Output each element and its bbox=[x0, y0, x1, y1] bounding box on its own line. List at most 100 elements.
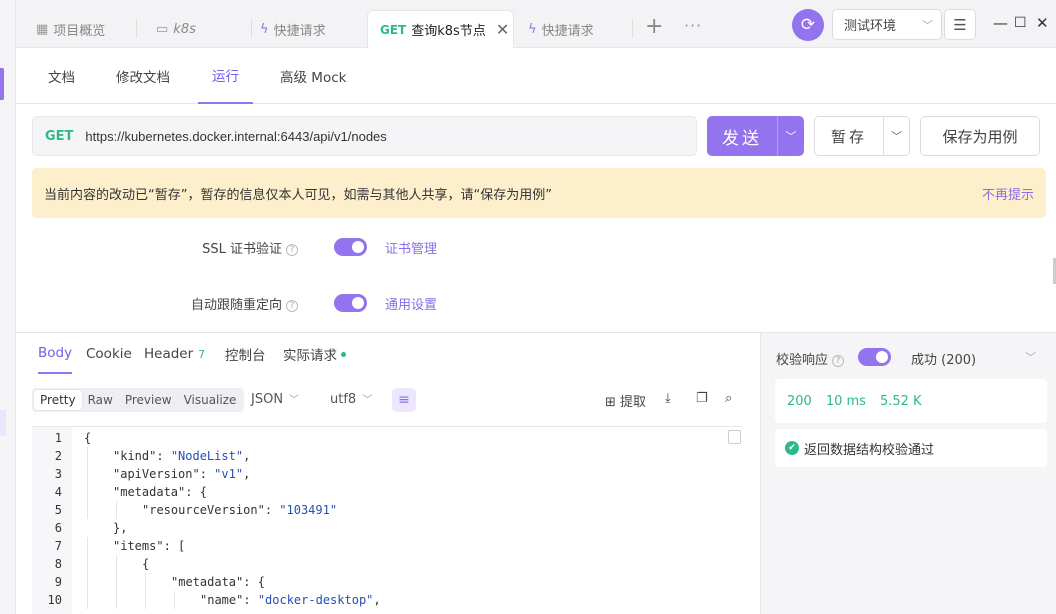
ssl-verify-toggle[interactable] bbox=[334, 238, 367, 256]
line-number: 3 bbox=[54, 467, 62, 481]
line-number: 7 bbox=[54, 539, 62, 553]
follow-redirect-toggle[interactable] bbox=[334, 294, 367, 312]
ssl-verify-label: SSL 证书验证? bbox=[98, 238, 298, 257]
validation-status-select[interactable]: 成功 (200) bbox=[911, 349, 976, 368]
code-text: "apiVersion": "v1", bbox=[113, 467, 251, 481]
extract-button[interactable]: ⊞ 提取 bbox=[605, 391, 646, 410]
resp-tab-console[interactable]: 控制台 bbox=[225, 334, 266, 374]
tab-quick-request-2[interactable]: ϟ 快捷请求 bbox=[516, 10, 606, 48]
chevron-down-icon: ﹀ bbox=[362, 395, 373, 406]
mode-pretty[interactable]: Pretty bbox=[34, 390, 82, 410]
header-count-badge: 7 bbox=[198, 347, 206, 361]
copy-icon[interactable]: ❐ bbox=[696, 391, 708, 406]
method-select[interactable]: GET bbox=[45, 129, 73, 144]
subtab-docs[interactable]: 文档 bbox=[48, 48, 75, 104]
close-icon[interactable]: ✕ bbox=[496, 20, 509, 39]
more-icon[interactable]: ··· bbox=[684, 16, 702, 35]
environment-select[interactable]: 测试环境 ﹀ bbox=[832, 9, 942, 40]
wrap-lines-button[interactable]: ≡ bbox=[392, 388, 416, 412]
code-line: 1{ bbox=[32, 429, 742, 447]
chevron-down-icon[interactable]: ﹀ bbox=[884, 128, 909, 144]
format-mode-segment: Pretty Raw Preview Visualize bbox=[32, 388, 245, 412]
resp-tab-body[interactable]: Body bbox=[38, 334, 73, 374]
hamburger-icon: ☰ bbox=[953, 15, 967, 34]
indent-guide bbox=[145, 591, 146, 609]
tab-separator bbox=[632, 20, 633, 38]
resp-tab-cookie[interactable]: Cookie bbox=[86, 334, 132, 374]
code-line: 5 "resourceVersion": "103491" bbox=[32, 501, 742, 519]
chevron-down-icon[interactable]: ﹀ bbox=[1025, 349, 1036, 365]
menu-button[interactable]: ☰ bbox=[944, 9, 976, 40]
response-code-editor[interactable]: 1{ 2 "kind": "NodeList", 3 "apiVersion": "v1… bbox=[32, 426, 742, 614]
code-text: "resourceVersion": "103491" bbox=[142, 503, 338, 517]
follow-redirect-label: 自动跟随重定向? bbox=[98, 294, 298, 313]
subtab-edit-docs[interactable]: 修改文档 bbox=[116, 48, 170, 104]
line-number: 2 bbox=[54, 449, 62, 463]
indent-guide bbox=[116, 501, 117, 519]
url-text[interactable]: https://kubernetes.docker.internal:6443/… bbox=[85, 129, 386, 144]
tab-quick-request-1[interactable]: ϟ 快捷请求 bbox=[248, 10, 338, 48]
sync-button[interactable]: ⟳ bbox=[792, 9, 824, 41]
code-line: 10 "name": "docker-desktop", bbox=[32, 591, 742, 609]
validate-response-label: 校验响应? bbox=[776, 349, 845, 368]
code-text: "items": [ bbox=[113, 539, 186, 553]
dismiss-link[interactable]: 不再提示 bbox=[982, 184, 1034, 203]
mode-preview[interactable]: Preview bbox=[119, 390, 178, 410]
mode-visualize[interactable]: Visualize bbox=[178, 390, 243, 410]
line-number: 9 bbox=[54, 575, 62, 589]
chevron-down-icon: ﹀ bbox=[289, 395, 300, 406]
code-text: "metadata": { bbox=[113, 485, 207, 499]
code-text: }, bbox=[113, 521, 128, 535]
subtab-advanced-mock[interactable]: 高级 Mock bbox=[280, 48, 346, 104]
maximize-button[interactable]: ☐ bbox=[1014, 15, 1027, 31]
validate-response-toggle[interactable] bbox=[858, 348, 891, 366]
indent-guide bbox=[87, 573, 88, 591]
tab-separator bbox=[136, 20, 137, 38]
status-code: 200 bbox=[787, 393, 812, 409]
indent-guide bbox=[174, 591, 175, 609]
response-time: 10 ms bbox=[825, 393, 866, 409]
encoding-select[interactable]: utf8 ﹀ bbox=[330, 388, 372, 412]
line-number: 6 bbox=[54, 521, 62, 535]
left-sidebar-strip bbox=[0, 0, 16, 614]
sidebar-active-marker bbox=[0, 68, 4, 100]
stash-button[interactable]: 暂存 ﹀ bbox=[814, 116, 910, 156]
indent-guide bbox=[87, 465, 88, 483]
grid-icon: ▦ bbox=[36, 21, 49, 37]
chevron-down-icon: ﹀ bbox=[922, 19, 933, 32]
search-icon[interactable]: ⌕ bbox=[725, 391, 732, 406]
indent-guide bbox=[116, 573, 117, 591]
help-icon[interactable]: ? bbox=[286, 300, 298, 312]
indent-guide bbox=[87, 537, 88, 555]
wrap-icon: ≡ bbox=[398, 392, 410, 408]
code-text: "kind": "NodeList", bbox=[113, 449, 251, 463]
help-icon[interactable]: ? bbox=[286, 244, 298, 256]
general-settings-link[interactable]: 通用设置 bbox=[385, 294, 437, 313]
mode-raw[interactable]: Raw bbox=[82, 390, 119, 410]
code-line: 3 "apiVersion": "v1", bbox=[32, 465, 742, 483]
sidebar-marker bbox=[0, 410, 6, 436]
send-button[interactable]: 发送 ﹀ bbox=[707, 116, 804, 156]
plus-icon[interactable]: + bbox=[645, 14, 663, 39]
response-size: 5.52 K bbox=[879, 393, 922, 409]
window-close-button[interactable]: ✕ bbox=[1036, 14, 1049, 32]
code-line: 9 "metadata": { bbox=[32, 573, 742, 591]
line-number: 4 bbox=[54, 485, 62, 499]
chevron-down-icon[interactable]: ﹀ bbox=[778, 128, 804, 144]
cert-management-link[interactable]: 证书管理 bbox=[385, 238, 437, 257]
minimize-button[interactable]: — bbox=[993, 14, 1008, 32]
url-input[interactable]: GET https://kubernetes.docker.internal:6… bbox=[32, 116, 697, 156]
lang-select[interactable]: JSON ﹀ bbox=[251, 388, 299, 412]
tab-query-k8s-nodes[interactable]: GET 查询k8s节点 ✕ bbox=[367, 10, 514, 48]
resp-tab-actual-request[interactable]: 实际请求 bbox=[283, 334, 346, 374]
editor-fold-toggle[interactable] bbox=[728, 430, 741, 444]
resp-tab-header[interactable]: Header 7 bbox=[144, 334, 205, 374]
tab-project-overview[interactable]: ▦ 项目概览 bbox=[24, 10, 117, 48]
code-text: { bbox=[84, 431, 92, 445]
subtab-run[interactable]: 运行 bbox=[198, 48, 253, 104]
save-as-case-button[interactable]: 保存为用例 bbox=[920, 116, 1040, 156]
download-icon[interactable]: ⤓ bbox=[665, 391, 671, 406]
indent-guide bbox=[145, 573, 146, 591]
help-icon[interactable]: ? bbox=[832, 355, 845, 367]
tab-k8s-folder[interactable]: ▭ k8s bbox=[144, 10, 208, 48]
